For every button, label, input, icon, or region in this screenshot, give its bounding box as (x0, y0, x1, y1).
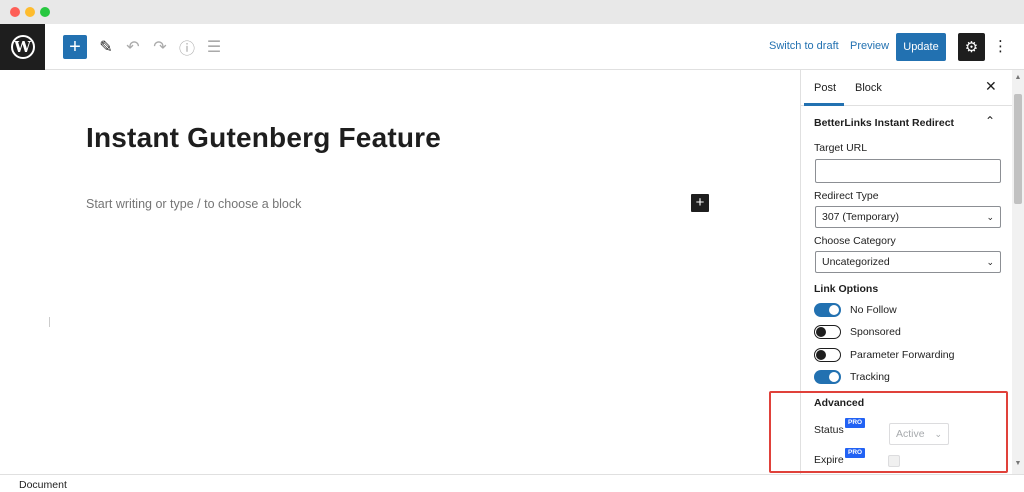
settings-gear-icon[interactable]: ⚙ (958, 33, 985, 61)
tab-block[interactable]: Block (855, 82, 882, 94)
editor-footer: Document (0, 474, 1024, 492)
choose-category-label: Choose Category (814, 235, 896, 247)
betterlinks-panel-header[interactable]: BetterLinks Instant Redirect ⌃ (801, 106, 1013, 136)
more-options-icon[interactable]: ⋮ (993, 37, 1008, 57)
editor-toolbar: W + ✎ ↶ ↷ ⓘ ☰ Switch to draft Preview Up… (0, 24, 1024, 70)
redo-icon[interactable]: ↷ (148, 35, 172, 59)
scroll-thumb[interactable] (1014, 94, 1022, 204)
chevron-down-icon: ⌄ (934, 428, 942, 439)
toggle-label: No Follow (850, 304, 897, 316)
sponsored-toggle[interactable] (814, 325, 841, 339)
toggle-row-tracking: Tracking (814, 369, 890, 385)
wordpress-icon: W (10, 35, 35, 59)
update-button[interactable]: Update (896, 33, 946, 61)
sidebar-scrollbar[interactable]: ▲ ▼ (1012, 70, 1024, 474)
expire-pro-badge: PRO (845, 448, 866, 458)
wordpress-logo-button[interactable]: W (0, 24, 45, 70)
panel-title: BetterLinks Instant Redirect (814, 117, 955, 129)
scroll-up-arrow-icon[interactable]: ▲ (1012, 74, 1024, 84)
link-options-heading: Link Options (814, 283, 879, 295)
settings-sidebar: Post Block ✕ BetterLinks Instant Redirec… (800, 70, 1024, 474)
window-titlebar (0, 0, 1024, 24)
redirect-type-select[interactable]: 307 (Temporary) ⌄ (815, 206, 1001, 228)
toggle-row-no-follow: No Follow (814, 302, 897, 318)
toggle-row-sponsored: Sponsored (814, 324, 901, 340)
redirect-type-value: 307 (Temporary) (822, 211, 900, 223)
list-view-icon[interactable]: ☰ (202, 35, 226, 59)
tracking-toggle[interactable] (814, 370, 841, 384)
editor-canvas[interactable]: Instant Gutenberg Feature Start writing … (0, 70, 800, 474)
close-window-button[interactable] (10, 7, 20, 17)
redirect-type-label: Redirect Type (814, 190, 879, 202)
parameter-forwarding-toggle[interactable] (814, 348, 841, 362)
toggle-label: Parameter Forwarding (850, 349, 955, 361)
status-select[interactable]: Active ⌄ (889, 423, 949, 445)
status-label: Status (814, 424, 844, 436)
target-url-input[interactable] (815, 159, 1001, 183)
toggle-row-parameter-forwarding: Parameter Forwarding (814, 347, 954, 363)
toggle-label: Tracking (850, 371, 890, 383)
inline-add-block-button[interactable]: + (691, 194, 709, 212)
block-placeholder[interactable]: Start writing or type / to choose a bloc… (86, 197, 301, 211)
category-value: Uncategorized (822, 256, 890, 268)
close-sidebar-icon[interactable]: ✕ (985, 78, 997, 95)
chevron-down-icon: ⌄ (986, 256, 994, 267)
chevron-down-icon: ⌄ (986, 211, 994, 222)
minimize-window-button[interactable] (25, 7, 35, 17)
tools-pencil-icon[interactable]: ✎ (94, 35, 118, 59)
sidebar-tabs: Post Block ✕ (801, 70, 1013, 106)
target-url-label: Target URL (814, 142, 868, 154)
add-block-button[interactable]: + (63, 35, 87, 59)
status-value: Active (896, 428, 925, 440)
scroll-down-arrow-icon[interactable]: ▼ (1012, 460, 1024, 470)
post-title[interactable]: Instant Gutenberg Feature (86, 122, 441, 154)
tab-post[interactable]: Post (814, 82, 836, 94)
category-select[interactable]: Uncategorized ⌄ (815, 251, 1001, 273)
status-pro-badge: PRO (845, 418, 866, 428)
preview-button[interactable]: Preview (850, 40, 889, 52)
text-cursor (49, 317, 50, 327)
advanced-heading: Advanced (814, 397, 865, 409)
switch-to-draft-button[interactable]: Switch to draft (769, 40, 839, 52)
undo-icon[interactable]: ↶ (121, 35, 145, 59)
expire-label: Expire (814, 454, 844, 466)
breadcrumb-document[interactable]: Document (19, 479, 67, 491)
toggle-label: Sponsored (850, 326, 901, 338)
maximize-window-button[interactable] (40, 7, 50, 17)
chevron-up-icon[interactable]: ⌃ (985, 114, 995, 128)
expire-checkbox[interactable] (888, 455, 900, 467)
details-info-icon[interactable]: ⓘ (175, 35, 199, 59)
no-follow-toggle[interactable] (814, 303, 841, 317)
